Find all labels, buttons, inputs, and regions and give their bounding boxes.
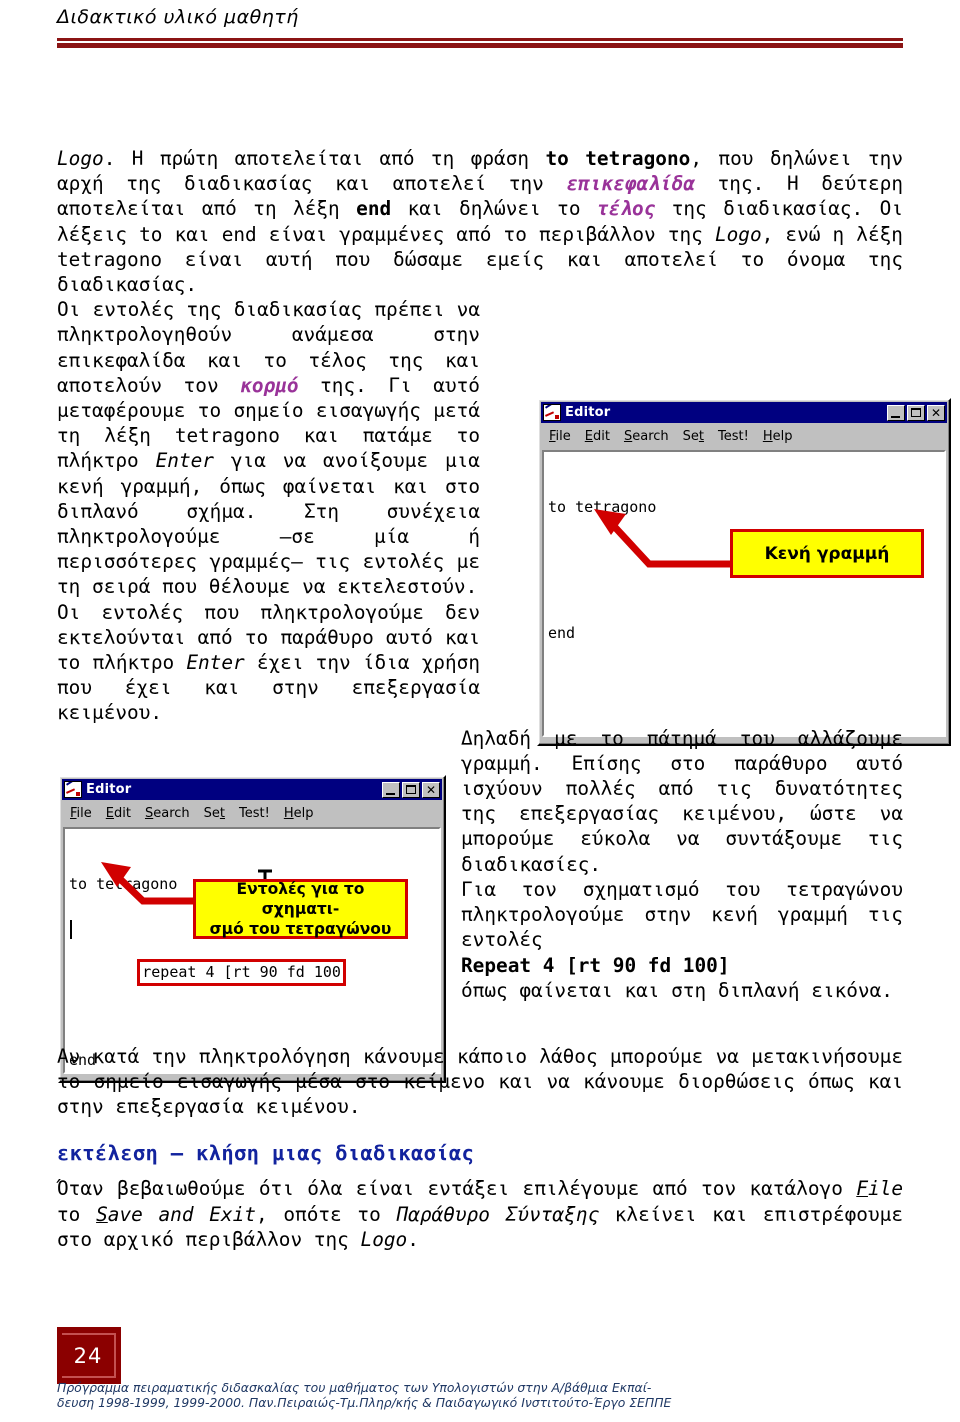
code-end: end: [356, 197, 392, 221]
page-number-box: 24: [57, 1327, 121, 1384]
key-enter: Enter: [155, 449, 214, 473]
paragraph-4: Δηλαδή με το πάτημά του αλλάζουμε γραμμή…: [57, 726, 903, 877]
para4-seg1: Δηλαδή με το πάτημά του αλλάζουμε γραμμή…: [461, 726, 903, 876]
para7-seg3: το: [57, 1202, 97, 1226]
close-button[interactable]: ✕: [927, 404, 945, 421]
term-epikefalida: επικεφαλίδα: [566, 172, 695, 196]
maximize-button[interactable]: [907, 404, 925, 421]
key-enter-2: Enter: [186, 651, 245, 675]
page-footer: Πρόγραμμα πειραματικής διδασκαλίας του μ…: [57, 1380, 957, 1410]
page-number-inner: 24: [62, 1333, 116, 1378]
term-logo-2: Logo: [714, 222, 762, 246]
running-head: Διδακτικό υλικό μαθητή: [57, 6, 903, 28]
paragraph-6: Αν κατά την πληκτρολόγηση κάνουμε κάποιο…: [57, 1044, 903, 1120]
code-to-tetragono: to tetragono: [545, 147, 691, 170]
para1-seg8: και δηλώνει το: [391, 197, 597, 221]
para1-seg2: . Η πρώτη αποτελείται από τη φράση: [103, 147, 546, 170]
float-shim-editor-1: [480, 373, 903, 721]
para6-seg1: Αν κατά την πληκτρολόγηση κάνουμε κάποιο…: [57, 1044, 903, 1119]
header-rule-bottom: [57, 43, 903, 48]
page-number: 24: [73, 1343, 103, 1368]
footer-line-1: Πρόγραμμα πειραματικής διδασκαλίας του μ…: [57, 1380, 652, 1395]
paragraph-1: Logo. Η πρώτη αποτελείται από τη φράση t…: [57, 146, 903, 297]
para5-seg1: Για τον σχηματισμό του τετραγώνου πληκτρ…: [461, 877, 903, 952]
para7-seg1: Όταν βεβαιωθούμε ότι όλα είναι εντάξει ε…: [57, 1177, 857, 1201]
term-logo: Logo: [57, 147, 104, 170]
paragraph-2: Οι εντολές της διαδικασίας πρέπει να πλη…: [57, 297, 903, 599]
footer-line-2: δευση 1998-1999, 1999-2000. Παν.Πειραιώς…: [57, 1395, 672, 1410]
paragraph-3: Οι εντολές που πληκτρολογούμε δεν εκτελο…: [57, 600, 537, 726]
float-shim-editor-2: [57, 726, 461, 1044]
para5-seg2: όπως φαίνεται και στη διπλανή εικόνα.: [461, 978, 893, 1002]
term-kormo: κορμό: [240, 373, 299, 397]
menu-ref-file-accel: F: [856, 1177, 868, 1201]
menu-ref-file: ile: [867, 1177, 903, 1201]
section-heading-execution: εκτέλεση – κλήση μιας διαδικασίας: [57, 1141, 475, 1166]
term-logo-3: Logo: [360, 1227, 408, 1251]
header-title: Διδακτικό υλικό μαθητή: [57, 6, 299, 28]
para7-seg5: , οπότε το: [255, 1202, 397, 1226]
header-rule: [57, 38, 903, 48]
menu-ref-save-and-exit: ave and Exit: [107, 1202, 256, 1226]
menu-ref-save-accel: S: [96, 1202, 108, 1226]
term-parathyro-syntaxis: Παράθυρο Σύνταξης: [396, 1202, 600, 1226]
para7-seg9: .: [407, 1227, 419, 1251]
paragraph-7: Όταν βεβαιωθούμε ότι όλα είναι εντάξει ε…: [57, 1176, 903, 1252]
term-telos: τέλος: [596, 197, 656, 221]
page-body: Logo. Η πρώτη αποτελείται από τη φράση t…: [57, 146, 903, 1252]
